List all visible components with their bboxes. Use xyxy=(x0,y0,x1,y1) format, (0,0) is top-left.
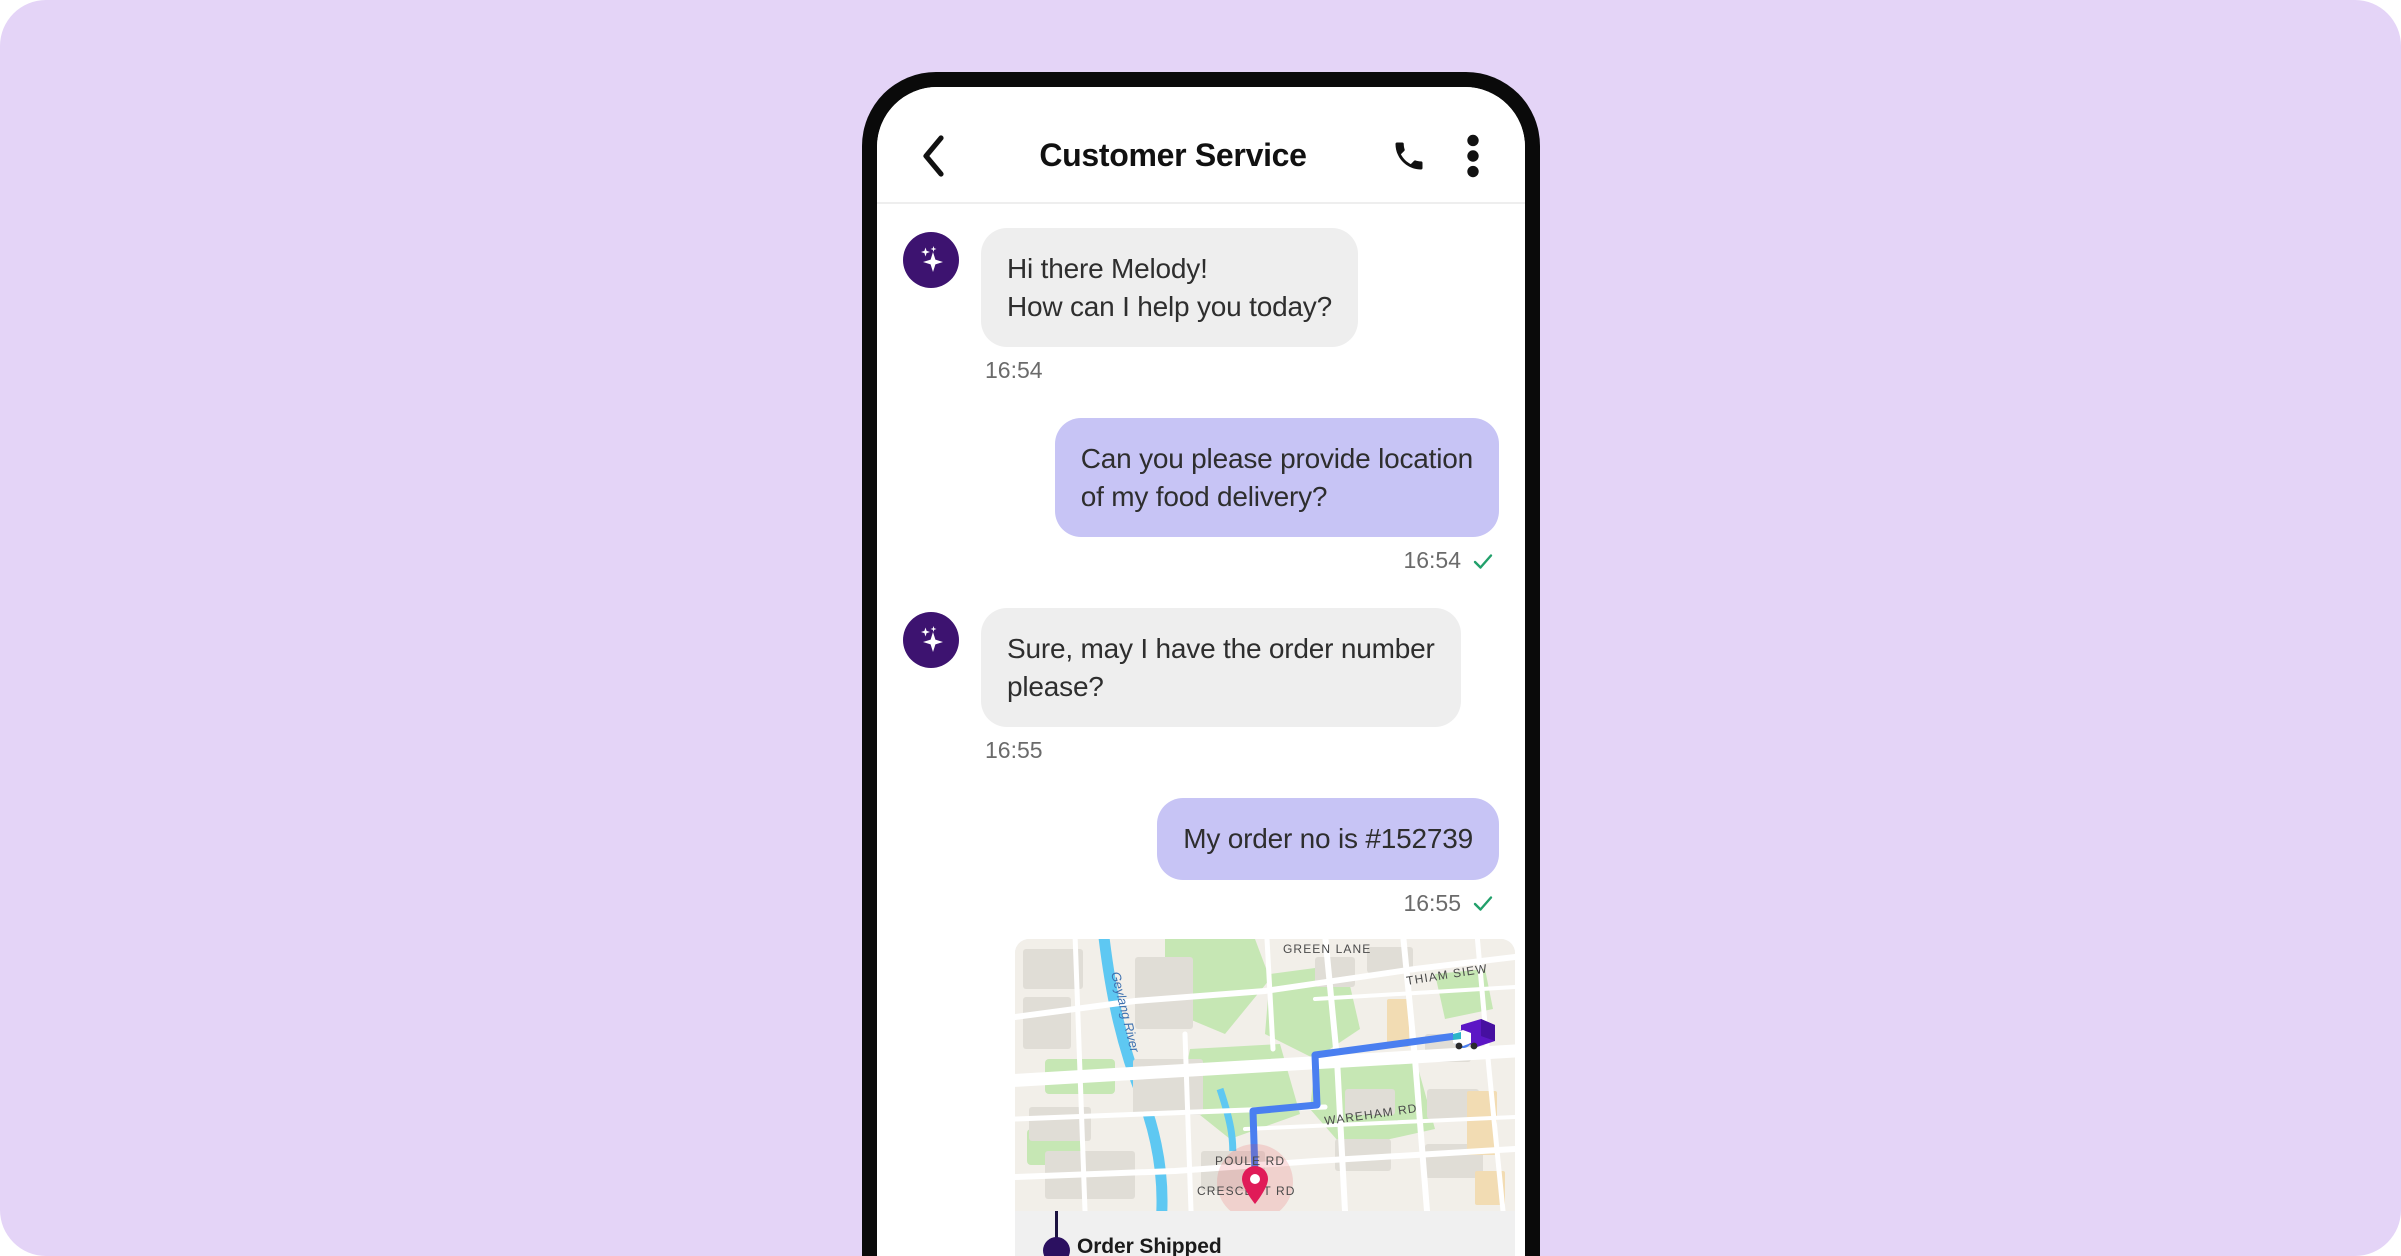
message-timestamp: 16:54 xyxy=(1403,547,1461,574)
message-timestamp: 16:54 xyxy=(985,357,1043,384)
chat-message-list[interactable]: Hi there Melody! How can I help you toda… xyxy=(877,204,1525,1256)
check-icon xyxy=(1473,553,1493,569)
message-group-user-2: My order no is #152739 16:55 xyxy=(903,798,1499,917)
page-title: Customer Service xyxy=(1039,137,1307,173)
timeline-step-title: Order Shipped xyxy=(1077,1234,1222,1256)
message-row: My order no is #152739 xyxy=(903,798,1499,880)
message-group-bot-2: Sure, may I have the order number please… xyxy=(903,608,1499,764)
message-group-bot-1: Hi there Melody! How can I help you toda… xyxy=(903,228,1499,384)
message-meta: 16:54 xyxy=(903,547,1499,574)
timeline-step-order-shipped[interactable]: Order Shipped Your package off for deliv… xyxy=(1015,1233,1515,1256)
order-tracking-card[interactable]: GREEN LANE THIAM SIEW Geylang River WARE… xyxy=(1015,938,1515,1256)
message-bubble: Can you please provide location of my fo… xyxy=(1054,418,1499,538)
check-icon xyxy=(1473,896,1493,911)
sparkle-avatar-icon xyxy=(921,626,943,653)
more-options-button[interactable] xyxy=(1451,134,1495,178)
message-group-user-1: Can you please provide location of my fo… xyxy=(903,418,1499,574)
page-root: Customer Service Hi there Melody! How ca… xyxy=(0,0,2401,1256)
message-meta: 16:54 xyxy=(903,357,1499,384)
message-bubble: Sure, may I have the order number please… xyxy=(981,608,1461,728)
header-actions xyxy=(1387,134,1495,178)
chevron-left-icon xyxy=(923,134,944,177)
timeline-step-text: Order Shipped Your package off for deliv… xyxy=(1043,1233,1276,1256)
map-label-poule-rd: POULE RD xyxy=(1215,1154,1285,1168)
message-row: Hi there Melody! How can I help you toda… xyxy=(903,228,1499,348)
message-timestamp: 16:55 xyxy=(985,737,1043,764)
message-meta: 16:55 xyxy=(903,890,1499,917)
map-label-green-lane: GREEN LANE xyxy=(1283,942,1371,956)
message-bubble: Hi there Melody! How can I help you toda… xyxy=(981,228,1358,348)
message-timestamp: 16:55 xyxy=(1403,889,1461,916)
map-canvas: GREEN LANE THIAM SIEW Geylang River WARE… xyxy=(1015,938,1515,1211)
delivery-map[interactable]: GREEN LANE THIAM SIEW Geylang River WARE… xyxy=(1015,938,1515,1211)
message-bubble: My order no is #152739 xyxy=(1157,798,1499,880)
bot-avatar xyxy=(903,612,959,669)
phone-icon xyxy=(1395,142,1423,169)
back-button[interactable] xyxy=(907,130,959,182)
message-row: Can you please provide location of my fo… xyxy=(903,418,1499,538)
message-meta: 16:55 xyxy=(903,737,1499,764)
phone-device-frame: Customer Service Hi there Melody! How ca… xyxy=(862,72,1540,1256)
more-vertical-icon xyxy=(1467,134,1479,177)
sparkle-avatar-icon xyxy=(921,246,943,272)
bot-avatar xyxy=(903,232,959,288)
message-row: Sure, may I have the order number please… xyxy=(903,608,1499,728)
phone-screen: Customer Service Hi there Melody! How ca… xyxy=(877,87,1525,1256)
delivery-status-timeline: Order Shipped Your package off for deliv… xyxy=(1015,1210,1515,1256)
app-header: Customer Service xyxy=(877,87,1525,204)
call-button[interactable] xyxy=(1387,134,1431,178)
